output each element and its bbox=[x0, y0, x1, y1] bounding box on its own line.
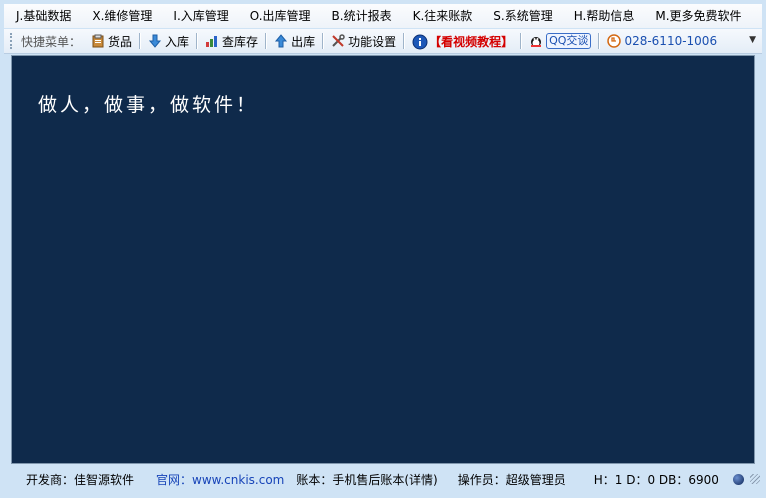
resize-grip-icon[interactable] bbox=[749, 474, 760, 484]
menu-bar: J.基础数据 X.维修管理 I.入库管理 O.出库管理 B.统计报表 K.往来账… bbox=[4, 4, 762, 28]
status-bar: 开发商：佳智源软件 官网：www.cnkis.com 账本：手机售后账本(详情)… bbox=[4, 468, 762, 490]
status-website-link[interactable]: 官网：www.cnkis.com bbox=[134, 471, 284, 488]
status-operator: 操作员：超级管理员 bbox=[457, 472, 566, 487]
check-stock-button[interactable]: 查库存 bbox=[201, 30, 262, 52]
menu-system-management[interactable]: S.系统管理 bbox=[481, 4, 561, 28]
toolbar-separator bbox=[403, 33, 406, 49]
clipboard-icon bbox=[91, 34, 105, 48]
toolbar-grip[interactable] bbox=[10, 33, 15, 49]
check-stock-label: 查库存 bbox=[222, 34, 259, 49]
toolbar-separator bbox=[520, 33, 523, 49]
menu-accounts[interactable]: K.往来账款 bbox=[401, 4, 482, 28]
status-db-info: H：1 D：0 DB：6900 bbox=[593, 472, 719, 487]
toolbar-separator bbox=[322, 33, 325, 49]
video-tutorial-label: 【看视频教程】 bbox=[429, 34, 514, 49]
video-tutorial-button[interactable]: 【看视频教程】 bbox=[408, 30, 517, 52]
menu-basic-data[interactable]: J.基础数据 bbox=[4, 4, 80, 28]
menu-more-free-software[interactable]: M.更多免费软件 bbox=[643, 4, 750, 28]
stock-in-button[interactable]: 入库 bbox=[144, 30, 193, 52]
menu-stock-in-management[interactable]: I.入库管理 bbox=[161, 4, 237, 28]
goods-button[interactable]: 货品 bbox=[87, 30, 136, 52]
toolbar-separator bbox=[139, 33, 142, 49]
toolbar-separator bbox=[598, 33, 601, 49]
status-account[interactable]: 账本：手机售后账本(详情) bbox=[284, 471, 437, 488]
app-window: J.基础数据 X.维修管理 I.入库管理 O.出库管理 B.统计报表 K.往来账… bbox=[0, 0, 766, 498]
qq-chat-label: QQ交谈 bbox=[546, 33, 592, 49]
phone-icon bbox=[607, 34, 622, 48]
toolbar-overflow-icon[interactable]: ▼ bbox=[749, 35, 756, 45]
menu-stock-out-management[interactable]: O.出库管理 bbox=[238, 4, 320, 28]
main-content-area: 做人，做事，做软件！ bbox=[11, 55, 755, 464]
tools-icon bbox=[331, 34, 345, 48]
bar-chart-icon bbox=[205, 34, 219, 48]
menu-statistics-reports[interactable]: B.统计报表 bbox=[320, 4, 401, 28]
arrow-down-icon bbox=[148, 34, 162, 48]
settings-label: 功能设置 bbox=[348, 34, 397, 49]
stock-in-label: 入库 bbox=[165, 34, 190, 49]
qq-chat-button[interactable]: QQ交谈 bbox=[525, 30, 595, 52]
settings-button[interactable]: 功能设置 bbox=[327, 30, 400, 52]
status-developer: 开发商：佳智源软件 bbox=[26, 472, 135, 487]
stock-out-label: 出库 bbox=[291, 34, 316, 49]
globe-icon bbox=[732, 473, 744, 485]
toolbar-separator bbox=[196, 33, 199, 49]
toolbar-separator bbox=[265, 33, 268, 49]
slogan-text: 做人，做事，做软件！ bbox=[38, 94, 259, 116]
arrow-up-icon bbox=[274, 34, 288, 48]
info-icon bbox=[412, 34, 428, 50]
menu-help[interactable]: H.帮助信息 bbox=[562, 4, 644, 28]
stock-out-button[interactable]: 出库 bbox=[270, 30, 319, 52]
phone-contact[interactable]: 028-6110-1006 bbox=[603, 30, 721, 52]
quick-menu-label: 快捷菜单： bbox=[21, 34, 82, 49]
qq-penguin-icon bbox=[529, 34, 543, 48]
phone-number: 028-6110-1006 bbox=[624, 34, 718, 48]
goods-label: 货品 bbox=[108, 34, 133, 49]
menu-repair-management[interactable]: X.维修管理 bbox=[80, 4, 161, 28]
quick-toolbar: 快捷菜单： 货品 入库 查库存 出库 功能设置 【看视频教程】 QQ交谈 028… bbox=[4, 29, 762, 54]
